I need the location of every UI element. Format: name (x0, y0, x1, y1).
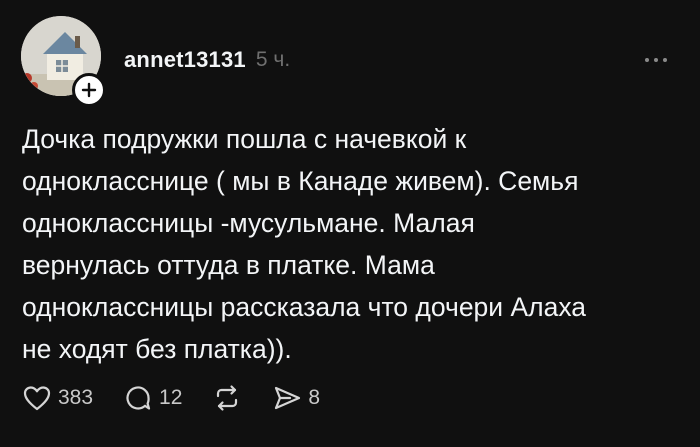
comment-bubble-icon (126, 386, 151, 410)
like-button[interactable]: 383 (22, 383, 93, 413)
dot (645, 58, 649, 62)
dot (663, 58, 667, 62)
comment-button[interactable]: 12 (123, 383, 182, 413)
plus-icon (81, 82, 97, 98)
action-bar: 383 12 8 (22, 380, 350, 416)
post-header: annet13131 5 ч. (124, 45, 290, 75)
timestamp: 5 ч. (255, 48, 291, 71)
repost-icon (217, 385, 238, 411)
comment-count: 12 (159, 386, 183, 409)
share-button[interactable]: 8 (272, 383, 320, 413)
share-count: 8 (308, 386, 321, 409)
like-count: 383 (58, 386, 94, 409)
send-icon (275, 386, 301, 410)
follow-button[interactable] (72, 73, 106, 107)
dot (654, 58, 658, 62)
repost-button[interactable] (212, 383, 242, 413)
heart-icon (23, 386, 51, 411)
post-text: Дочка подружки пошла с начевкой к однокл… (22, 124, 587, 364)
more-dots-icon[interactable] (636, 50, 676, 70)
username[interactable]: annet13131 (124, 47, 246, 73)
